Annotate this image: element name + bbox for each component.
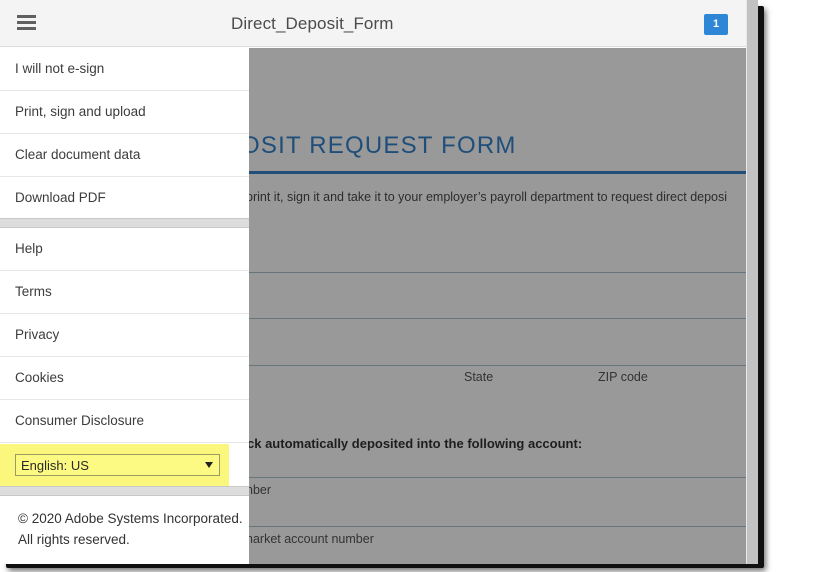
page-count-badge[interactable]: 1 <box>704 14 728 35</box>
form-heading: OSIT REQUEST FORM <box>249 132 517 159</box>
menu-item-download-pdf[interactable]: Download PDF <box>0 177 249 220</box>
form-field-line <box>249 477 746 478</box>
menu-divider <box>0 218 249 228</box>
copyright-line-2: All rights reserved. <box>18 532 130 547</box>
language-select[interactable]: English: US <box>15 454 220 476</box>
dropdown-arrow-icon <box>205 462 213 468</box>
menu-item-print-sign-upload[interactable]: Print, sign and upload <box>0 91 249 134</box>
footer-divider <box>0 486 249 496</box>
menu-item-cookies[interactable]: Cookies <box>0 357 249 400</box>
copyright-line-1: © 2020 Adobe Systems Incorporated. <box>18 511 243 526</box>
app-window: Direct_Deposit_Form 1 OSIT REQUEST FORM … <box>0 0 758 564</box>
form-field-line <box>249 318 746 319</box>
menu-item-privacy[interactable]: Privacy <box>0 314 249 357</box>
document-viewer: OSIT REQUEST FORM print it, sign it and … <box>249 48 746 564</box>
sidebar-menu: I will not e-sign Print, sign and upload… <box>0 48 249 564</box>
hamburger-bar <box>17 27 36 30</box>
copyright-notice: © 2020 Adobe Systems Incorporated. All r… <box>18 508 243 550</box>
account-instruction-text: ck automatically deposited into the foll… <box>249 436 583 451</box>
form-field-line <box>249 526 746 527</box>
form-field-line <box>249 365 746 366</box>
vertical-scrollbar[interactable] <box>746 0 758 564</box>
state-label: State <box>464 370 494 384</box>
form-field-line <box>249 272 746 273</box>
document-title: Direct_Deposit_Form <box>231 14 394 33</box>
hamburger-bar <box>17 21 36 24</box>
money-market-account-label: narket account number <box>249 532 374 546</box>
menu-item-consumer-disclosure[interactable]: Consumer Disclosure <box>0 400 249 443</box>
hamburger-menu-icon[interactable] <box>17 15 36 30</box>
heading-divider <box>249 171 746 174</box>
form-intro-text: print it, sign it and take it to your em… <box>249 190 728 204</box>
account-number-label: nber <box>249 483 272 497</box>
menu-item-help[interactable]: Help <box>0 228 249 271</box>
menu-item-clear-document-data[interactable]: Clear document data <box>0 134 249 177</box>
zip-code-label: ZIP code <box>598 370 648 384</box>
menu-item-will-not-esign[interactable]: I will not e-sign <box>0 48 249 91</box>
top-header: Direct_Deposit_Form 1 <box>0 0 746 47</box>
menu-item-terms[interactable]: Terms <box>0 271 249 314</box>
hamburger-bar <box>17 15 36 18</box>
language-select-value: English: US <box>21 458 89 473</box>
